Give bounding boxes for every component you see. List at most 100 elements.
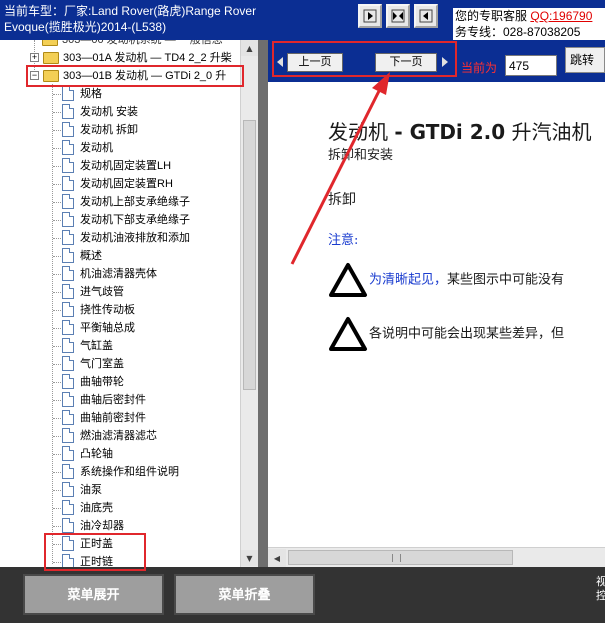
tree-folder-303-00[interactable]: 303—00 发动机系统 — 一般信息 [0,40,240,49]
tree-connector [53,202,61,203]
tree-item[interactable]: 发动机 拆卸 [0,121,240,139]
tree-item-label: 气门室盖 [80,358,124,370]
collapse-right-icon [419,9,433,23]
tree-item[interactable]: 曲轴前密封件 [0,409,240,427]
tree-item[interactable]: 系统操作和组件说明 [0,463,240,481]
scroll-left-arrow-icon[interactable]: ◀ [268,549,286,567]
current-page-label: 当前为 [461,61,498,75]
next-arrow-icon[interactable] [442,57,448,67]
tree-item[interactable]: 发动机 [0,139,240,157]
tree-connector [53,130,61,131]
vehicle-line-1: 当前车型：厂家:Land Rover(路虎)Range Rover [4,4,257,18]
tree-folder-label: 303—00 发动机系统 — 一般信息 [62,40,223,46]
menu-collapse-button[interactable]: 菜单折叠 [174,574,315,615]
tree-item[interactable]: 发动机上部支承绝缘子 [0,193,240,211]
service-phone: 务专线：028-87038205 [455,25,581,39]
document-horizontal-scrollbar[interactable]: ◀ [268,547,605,567]
prev-arrow-icon[interactable] [277,57,283,67]
tree-item[interactable]: 发动机下部支承绝缘子 [0,211,240,229]
tree-item[interactable]: 正时盖 [0,535,240,553]
tree-connector [53,382,61,383]
tree-connector [53,112,61,113]
document-icon [62,482,74,497]
tree-item[interactable]: 油泵 [0,481,240,499]
tree-item[interactable]: 平衡轴总成 [0,319,240,337]
document-icon [62,446,74,461]
tree-item[interactable]: 油冷却器 [0,517,240,535]
split-view-button[interactable] [386,4,410,28]
tree-item[interactable]: 凸轮轴 [0,445,240,463]
tree-item[interactable]: 燃油滤清器滤芯 [0,427,240,445]
support-qq-link[interactable]: QQ:196790 [530,9,592,23]
document-scroll-thumb[interactable] [288,550,513,565]
tree-item[interactable]: 发动机 安装 [0,103,240,121]
tree-connector [53,436,61,437]
tree-item-label: 气缸盖 [80,340,113,352]
tree-folder-303-01a[interactable]: + 303—01A 发动机 — TD4 2_2 升柴 [0,49,240,67]
tree-vertical-scrollbar[interactable]: ▲ ▼ [240,40,258,567]
panel-splitter[interactable] [258,40,268,570]
tree-folder-label: 303—01B 发动机 — GTDi 2_0 升 [63,70,227,82]
document-subtitle: 拆卸和安装 [328,148,394,163]
document-content: 发动机 - GTDi 2.0 升汽油机 拆卸和安装 拆卸 注意: 为清晰起见，某… [268,82,605,547]
tree-item-label: 油底壳 [80,502,113,514]
tree-item-label: 发动机固定装置RH [80,178,173,190]
customer-service-box: 您的专职客服 QQ:196790 务专线：028-87038205 [453,8,605,42]
tree-item-label: 发动机 拆卸 [80,124,139,136]
tree-connector [53,220,61,221]
tree-item-label: 发动机下部支承绝缘子 [80,214,190,226]
page-number-input[interactable] [505,55,557,76]
scroll-up-arrow-icon[interactable]: ▲ [241,40,258,56]
tree-connector [53,94,61,95]
collapse-right-button[interactable] [414,4,438,28]
document-icon [62,536,74,551]
tree-connector [53,238,61,239]
top-header: 当前车型：厂家:Land Rover(路虎)Range Rover Evoque… [0,0,605,42]
tree-item[interactable]: 概述 [0,247,240,265]
bottom-edge-text: 视控 [596,575,605,602]
tree-item[interactable]: 机油滤清器壳体 [0,265,240,283]
menu-expand-button[interactable]: 菜单展开 [23,574,164,615]
title-model: - GTDi 2.0 [394,120,506,144]
tree-connector [53,346,61,347]
tree-item[interactable]: 气缸盖 [0,337,240,355]
prev-page-button[interactable]: 上一页 [287,53,343,72]
tree-item-label: 正时盖 [80,538,113,550]
tree-item[interactable]: 曲轴后密封件 [0,391,240,409]
tree-item-label: 发动机油液排放和添加 [80,232,190,244]
document-icon [62,554,74,567]
tree-scroll-thumb[interactable] [243,120,256,390]
collapse-left-button[interactable] [358,4,382,28]
tree-item[interactable]: 油底壳 [0,499,240,517]
tree-item[interactable]: 发动机固定装置LH [0,157,240,175]
scroll-down-arrow-icon[interactable]: ▼ [241,550,258,566]
tree-item[interactable]: 正时链 [0,553,240,567]
scroll-grip-icon [392,554,401,562]
tree-item[interactable]: 进气歧管 [0,283,240,301]
tree-item[interactable]: 挠性传动板 [0,301,240,319]
warning-1-highlight: 为清晰起见， [369,272,448,288]
tree-connector [53,490,61,491]
tree-item[interactable]: 规格 [0,85,240,103]
tree-item-label: 曲轴前密封件 [80,412,146,424]
tree-item[interactable]: 发动机油液排放和添加 [0,229,240,247]
tree-item[interactable]: 气门室盖 [0,355,240,373]
tree-folder-label: 303—01A 发动机 — TD4 2_2 升柴 [63,52,232,64]
tree-item[interactable]: 曲轴带轮 [0,373,240,391]
tree-item-label: 平衡轴总成 [80,322,135,334]
document-icon [62,500,74,515]
document-icon [62,248,74,263]
document-icon [62,140,74,155]
tree-folder-303-01b[interactable]: − 303—01B 发动机 — GTDi 2_0 升 [0,67,240,85]
tree-item-label: 油泵 [80,484,102,496]
tree-connector [53,418,61,419]
tree-item[interactable]: 发动机固定装置RH [0,175,240,193]
next-page-button[interactable]: 下一页 [375,53,437,72]
expand-plus-icon[interactable]: + [30,53,39,62]
tree-item-label: 系统操作和组件说明 [80,466,179,478]
document-icon [62,374,74,389]
document-icon [62,176,74,191]
jump-button[interactable]: 跳转 [565,47,605,73]
collapse-minus-icon[interactable]: − [30,71,39,80]
page-nav-group: 上一页 下一页 [273,46,456,76]
